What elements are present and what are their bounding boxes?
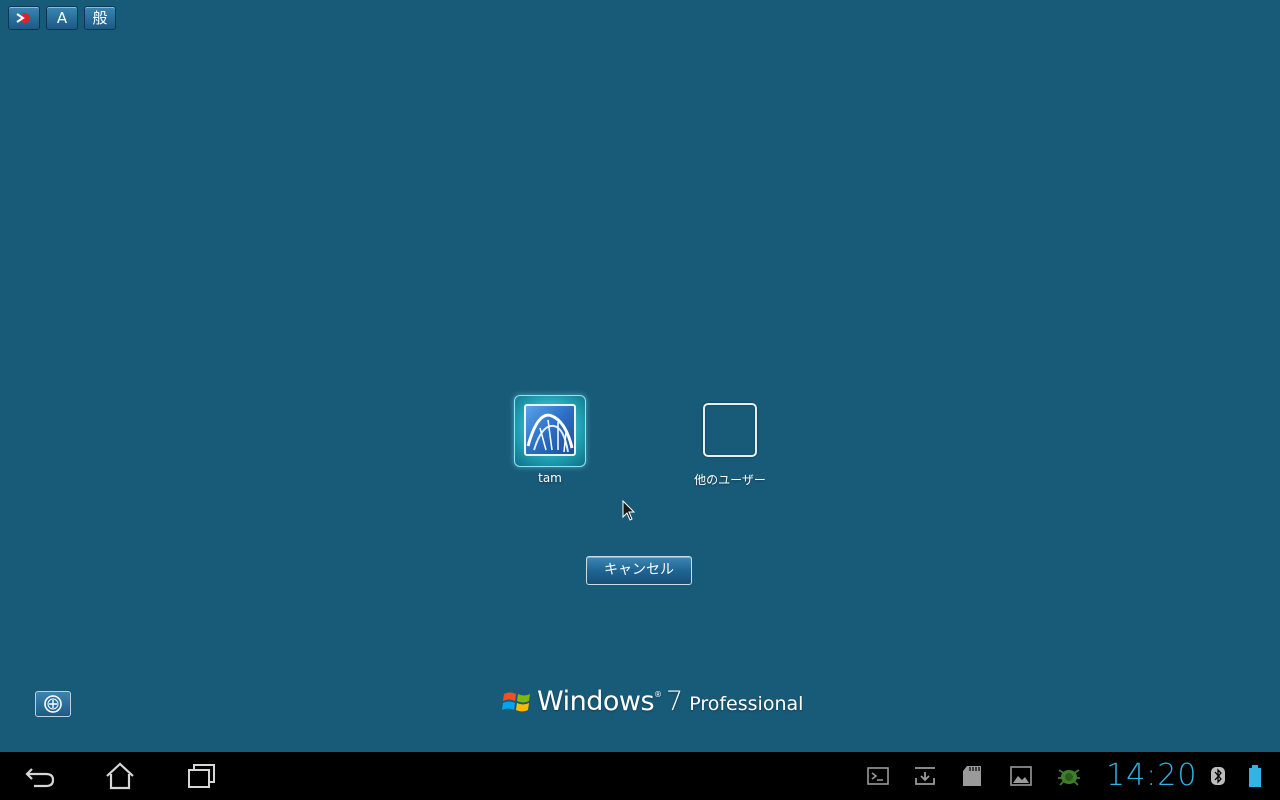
ime-dictionary-button[interactable]: 般: [84, 6, 116, 30]
recent-apps-button[interactable]: [181, 761, 221, 791]
mouse-cursor-icon: [622, 500, 636, 521]
user-avatar: [524, 404, 576, 456]
android-system-bar: [0, 752, 1280, 800]
user-tile-frame: [514, 395, 586, 467]
ime-dictionary-label: 般: [92, 9, 108, 27]
trademark-mark: ®: [654, 690, 663, 699]
gallery-icon[interactable]: [1009, 764, 1033, 788]
ime-input-mode-label: A: [56, 9, 68, 27]
sd-card-icon[interactable]: [961, 764, 985, 788]
download-icon[interactable]: [913, 764, 937, 788]
battery-icon: [1246, 764, 1264, 788]
bluetooth-icon: [1210, 764, 1226, 788]
clock: 14:20: [1106, 758, 1198, 793]
blank-avatar: [703, 403, 757, 457]
user-tile-tam[interactable]: tam: [495, 395, 605, 485]
windows-branding: Windows ® 7 Professional: [502, 686, 803, 717]
windows-login-screen: A 般 tam 他のユーザー キャンセル Windows ® 7 Profess…: [0, 0, 1280, 752]
ime-red-icon: [16, 13, 30, 23]
cancel-button[interactable]: キャンセル: [586, 556, 692, 585]
product-name: Windows: [537, 686, 655, 717]
ease-of-access-button[interactable]: [35, 691, 71, 717]
ime-menu-button[interactable]: [8, 6, 40, 30]
back-icon: [25, 768, 55, 788]
home-button[interactable]: [100, 761, 140, 791]
rollercoaster-avatar-icon: [526, 413, 574, 453]
ime-input-mode-button[interactable]: A: [46, 6, 78, 30]
recent-apps-icon: [188, 764, 215, 788]
terminal-icon[interactable]: [866, 764, 890, 788]
user-tile-frame: [694, 395, 766, 467]
back-button[interactable]: [20, 761, 60, 791]
android-bug-icon[interactable]: [1056, 764, 1082, 788]
ease-of-access-icon: [44, 695, 62, 713]
windows-flag-logo-icon: [502, 692, 530, 711]
home-icon: [106, 762, 134, 790]
product-version: 7: [666, 686, 684, 717]
user-name-label: 他のユーザー: [694, 473, 766, 487]
ime-toolbar: A 般: [8, 6, 116, 30]
user-tile-other-user[interactable]: 他のユーザー: [675, 395, 785, 488]
user-name-label: tam: [538, 471, 562, 485]
product-edition: Professional: [689, 693, 804, 715]
